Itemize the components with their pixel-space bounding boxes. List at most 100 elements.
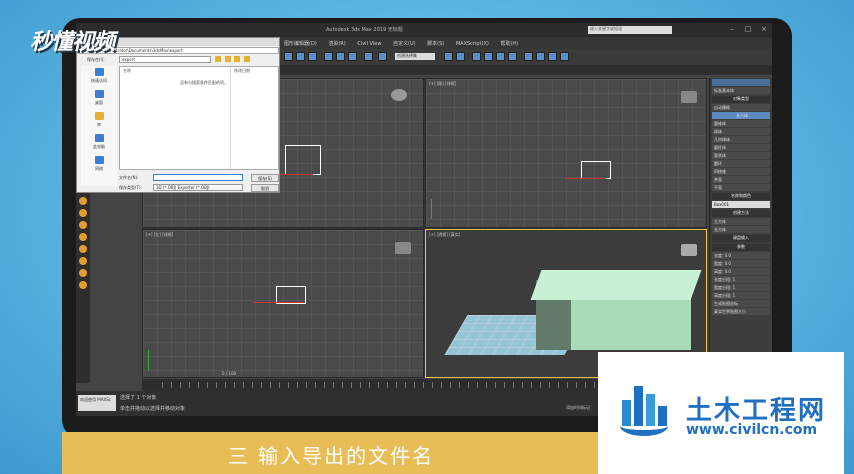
keyboard-entry-header[interactable]: 键盘输入 xyxy=(712,235,770,242)
file-list[interactable]: 名称 修改日期 没有与搜索条件匹配的项。 xyxy=(119,66,279,170)
autogrid-checkbox[interactable]: 自动栅格 xyxy=(712,104,770,111)
pyramid-button[interactable]: 四棱锥 xyxy=(712,168,770,175)
real-world-checkbox[interactable]: 真实世界贴图大小 xyxy=(712,308,770,315)
menu-graph-editors[interactable]: 图形编辑器(D) xyxy=(284,40,317,47)
scale-icon[interactable] xyxy=(308,52,317,61)
creation-method-header[interactable]: 创建方法 xyxy=(712,210,770,217)
maximize-icon[interactable]: □ xyxy=(744,25,752,33)
scene-explorer-icon[interactable] xyxy=(484,52,493,61)
place-this-pc[interactable]: 此电脑 xyxy=(81,132,117,154)
viewcube-icon[interactable] xyxy=(681,91,697,103)
render-setup-icon[interactable] xyxy=(536,52,545,61)
menu-maxscript[interactable]: MAXScript(X) xyxy=(456,41,489,47)
panel-tabs[interactable] xyxy=(712,79,770,86)
back-icon[interactable] xyxy=(215,56,221,62)
layer-icon[interactable] xyxy=(472,52,481,61)
rotate-icon[interactable] xyxy=(296,52,305,61)
viewport-front[interactable]: [+] [前] [线框] xyxy=(425,78,707,228)
add-time-tag[interactable]: 添加时间标记 xyxy=(566,405,590,411)
percent-snap-icon[interactable] xyxy=(348,52,357,61)
menu-customize[interactable]: 自定义(U) xyxy=(393,40,416,47)
helper-icon[interactable] xyxy=(79,233,87,241)
angle-snap-icon[interactable] xyxy=(336,52,345,61)
cone-button[interactable]: 圆锥体 xyxy=(712,120,770,127)
viewport-label: [+] [透视] [真实] xyxy=(429,232,461,237)
save-button[interactable]: 保存(S) xyxy=(251,174,279,182)
spinner-snap-icon[interactable] xyxy=(364,52,373,61)
filename-input[interactable] xyxy=(153,174,243,181)
object-type-header[interactable]: 对象类型 xyxy=(712,96,770,103)
view-menu-icon[interactable] xyxy=(243,56,250,62)
column-date-header[interactable]: 修改日期 xyxy=(234,68,250,74)
creation-cube-radio[interactable]: 立方体 xyxy=(712,218,770,225)
minimize-icon[interactable]: – xyxy=(728,25,736,33)
place-label: 快速访问 xyxy=(91,78,107,83)
systems-icon[interactable] xyxy=(79,257,87,265)
layout-icon[interactable] xyxy=(79,197,87,205)
menu-scripting[interactable]: 脚本(S) xyxy=(427,40,444,47)
column-divider xyxy=(230,67,231,169)
render-frame-icon[interactable] xyxy=(548,52,557,61)
place-library[interactable]: 库 xyxy=(81,110,117,132)
render-icon[interactable] xyxy=(560,52,569,61)
length-segs-spinner[interactable]: 长度分段: 1 xyxy=(712,276,770,283)
spacewarp-icon[interactable] xyxy=(79,245,87,253)
mirror-icon[interactable] xyxy=(444,52,453,61)
sphere-button[interactable]: 球体 xyxy=(712,128,770,135)
gen-uv-checkbox[interactable]: 生成贴图坐标 xyxy=(712,300,770,307)
menu-help[interactable]: 帮助(H) xyxy=(500,40,518,47)
camera-icon[interactable] xyxy=(79,221,87,229)
viewcube-icon[interactable] xyxy=(395,242,411,254)
name-color-header[interactable]: 名称和颜色 xyxy=(712,193,770,200)
category-dropdown[interactable]: 标准基本体 xyxy=(712,87,770,94)
tube-button[interactable]: 管状体 xyxy=(712,152,770,159)
prompt-hint: 单击并拖动以选择并移动对象 xyxy=(120,406,186,412)
cylinder-button[interactable]: 圆柱体 xyxy=(712,144,770,151)
length-spinner[interactable]: 长度: 0.0 xyxy=(712,252,770,259)
geosphere-button[interactable]: 几何球体 xyxy=(712,136,770,143)
column-name-header[interactable]: 名称 xyxy=(123,68,131,74)
width-spinner[interactable]: 宽度: 0.0 xyxy=(712,260,770,267)
look-in-dropdown[interactable]: export xyxy=(119,56,211,63)
place-network[interactable]: 网络 xyxy=(81,154,117,176)
geometry-icon[interactable] xyxy=(79,281,87,289)
nav-icons xyxy=(215,56,255,63)
new-folder-icon[interactable] xyxy=(234,56,241,62)
creation-box-radio[interactable]: 长方体 xyxy=(712,226,770,233)
logo-arc xyxy=(620,416,668,436)
ribbon xyxy=(280,65,772,75)
viewcube-icon[interactable] xyxy=(391,89,407,101)
viewport-left[interactable]: [+] [左] [线框] xyxy=(142,229,424,378)
width-segs-spinner[interactable]: 宽度分段: 1 xyxy=(712,284,770,291)
menu-civil-view[interactable]: Civil View xyxy=(357,41,381,47)
search-input[interactable]: 键入关键字或短语 xyxy=(588,26,672,34)
height-spinner[interactable]: 高度: 0.0 xyxy=(712,268,770,275)
place-quick-access[interactable]: 快速访问 xyxy=(81,66,117,88)
up-folder-icon[interactable] xyxy=(224,56,231,62)
curve-editor-icon[interactable] xyxy=(496,52,505,61)
teapot-button[interactable]: 茶壶 xyxy=(712,176,770,183)
close-icon[interactable]: × xyxy=(760,25,768,33)
edit-named-sel-icon[interactable] xyxy=(378,52,387,61)
schematic-icon[interactable] xyxy=(508,52,517,61)
selection-set-dropdown[interactable]: 创建选择集 xyxy=(395,53,435,60)
box-button[interactable]: 长方体 xyxy=(712,112,770,119)
height-segs-spinner[interactable]: 高度分段: 1 xyxy=(712,292,770,299)
place-desktop[interactable]: 桌面 xyxy=(81,88,117,110)
parameters-header[interactable]: 参数 xyxy=(712,244,770,251)
menu-rendering[interactable]: 渲染(R) xyxy=(328,40,345,47)
material-editor-icon[interactable] xyxy=(524,52,533,61)
filetype-dropdown[interactable]: 3D (*.OBJ) Exporter (*.OBJ) xyxy=(153,184,243,191)
light-icon[interactable] xyxy=(79,209,87,217)
plane-button[interactable]: 平面 xyxy=(712,184,770,191)
places-bar: 快速访问 桌面 库 此电脑 网络 xyxy=(81,66,117,186)
viewcube-icon[interactable] xyxy=(681,244,697,256)
snap-icon[interactable] xyxy=(324,52,333,61)
maxscript-listener[interactable]: 欢迎使用 MAXSc xyxy=(78,395,116,411)
torus-button[interactable]: 圆环 xyxy=(712,160,770,167)
cancel-button[interactable]: 取消 xyxy=(251,184,279,192)
shapes-icon[interactable] xyxy=(79,269,87,277)
object-name-input[interactable]: Box001 xyxy=(712,201,770,208)
move-icon[interactable] xyxy=(284,52,293,61)
align-icon[interactable] xyxy=(456,52,465,61)
